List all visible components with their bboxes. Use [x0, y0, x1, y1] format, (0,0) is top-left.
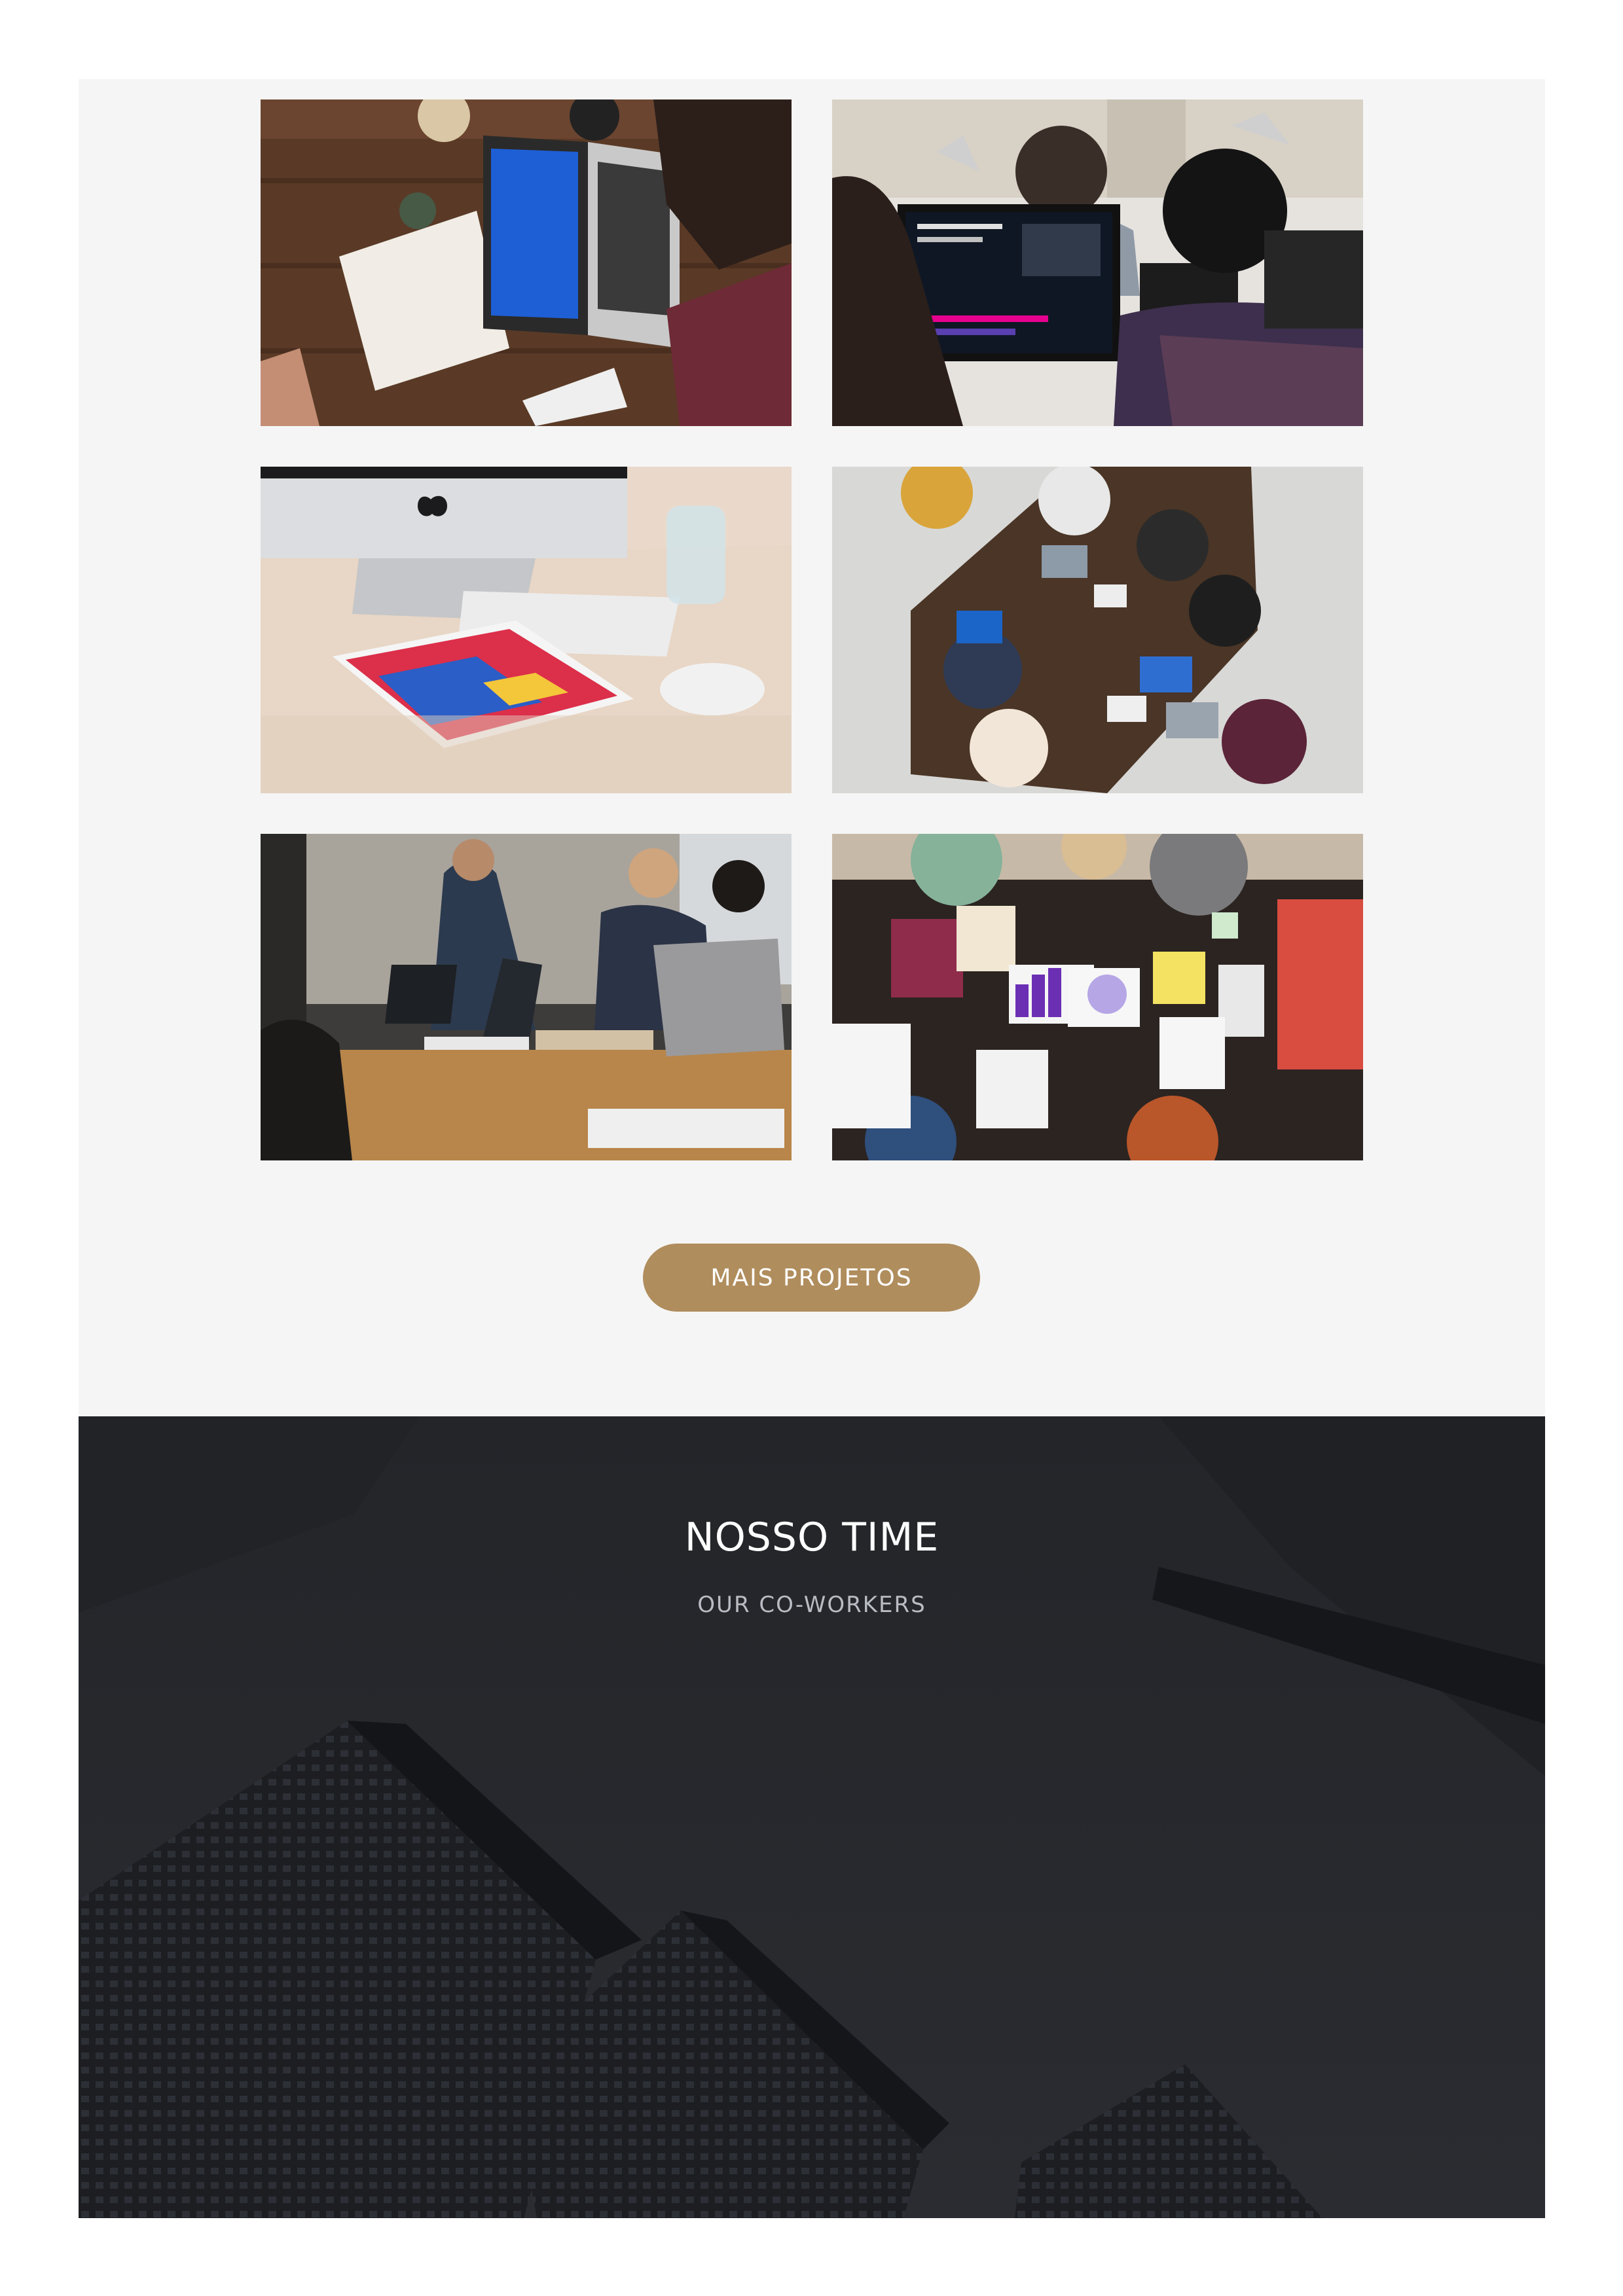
- portfolio-image-presentation[interactable]: [261, 834, 792, 1160]
- portfolio-grid: [261, 99, 1368, 1160]
- developers-photo: [832, 99, 1363, 426]
- team-subtitle: OUR CO-WORKERS: [697, 1592, 926, 1618]
- imac-tablet-photo: [261, 467, 792, 793]
- portfolio-section: MAIS PROJETOS: [79, 79, 1545, 1416]
- team-title: NOSSO TIME: [684, 1515, 939, 1560]
- portfolio-image-imac-tablet[interactable]: [261, 467, 792, 793]
- portfolio-image-team-meeting[interactable]: [832, 467, 1363, 793]
- portfolio-image-developers[interactable]: [832, 99, 1363, 426]
- laptop-desk-photo: [261, 99, 792, 426]
- portfolio-image-laptop-desk[interactable]: [261, 99, 792, 426]
- team-section: NOSSO TIME OUR CO-WORKERS: [79, 1416, 1545, 2218]
- more-projects-button[interactable]: MAIS PROJETOS: [643, 1244, 980, 1312]
- portfolio-image-planning[interactable]: [832, 834, 1363, 1160]
- planning-photo: [832, 834, 1363, 1160]
- page: MAIS PROJETOS NOSSO TIME OUR CO-WORKERS: [0, 0, 1623, 2296]
- presentation-photo: [261, 834, 792, 1160]
- team-meeting-photo: [832, 467, 1363, 793]
